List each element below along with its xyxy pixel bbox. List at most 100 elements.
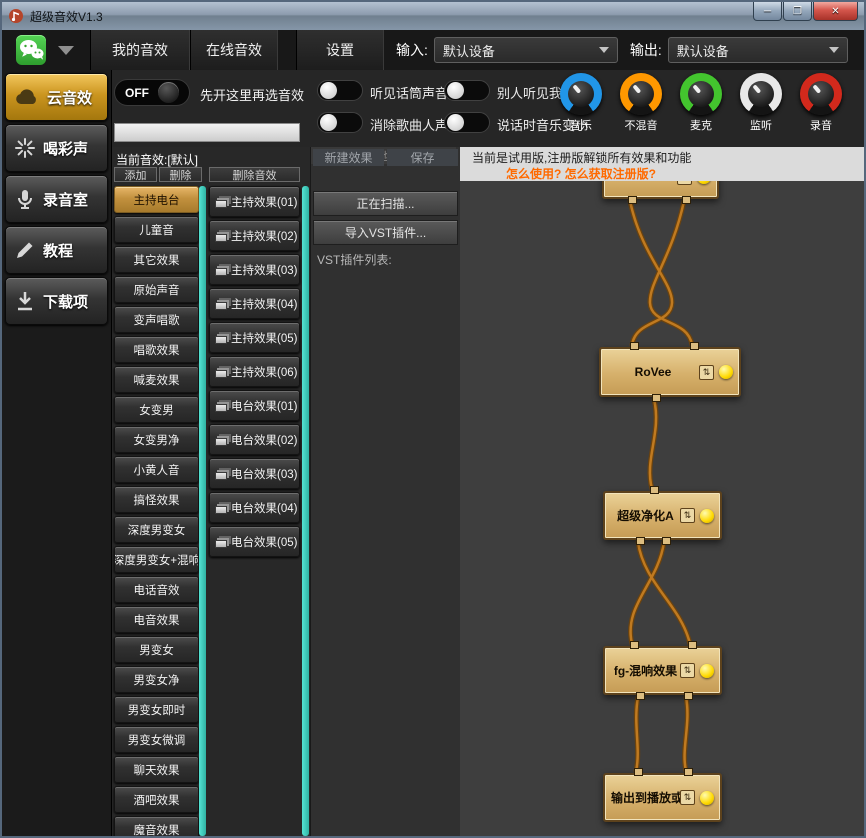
node-pin[interactable]	[662, 537, 671, 545]
progress-bar	[114, 123, 300, 142]
delete-effect-button[interactable]: 删除音效	[209, 167, 300, 182]
toggle-others-hear-music[interactable]	[444, 80, 490, 101]
effect-node-rovee[interactable]: RoVee ⇅	[599, 347, 741, 397]
maximize-button[interactable]: ❐	[783, 2, 812, 21]
node-pin[interactable]	[682, 196, 691, 204]
chain-button[interactable]: 主持效果(03)	[209, 254, 300, 285]
preset-button[interactable]: 男变女即时	[114, 696, 199, 723]
help-link[interactable]: 怎么使用? 怎么获取注册版?	[506, 165, 656, 182]
preset-button[interactable]: 喊麦效果	[114, 366, 199, 393]
node-enable-indicator[interactable]	[700, 791, 714, 805]
tab-settings[interactable]: 设置	[296, 30, 384, 70]
master-power-toggle[interactable]: OFF	[114, 79, 190, 106]
output-device-select[interactable]: 默认设备	[668, 37, 848, 63]
layers-icon	[215, 404, 227, 412]
chain-button[interactable]: 电台效果(05)	[209, 526, 300, 557]
sidebar-item-cloud-effects[interactable]: 云音效	[5, 73, 108, 121]
tab-my-effects[interactable]: 我的音效	[90, 30, 190, 70]
toggle-duck-music[interactable]	[444, 112, 490, 133]
chain-button[interactable]: 主持效果(06)	[209, 356, 300, 387]
node-pin[interactable]	[636, 692, 645, 700]
preset-button[interactable]: 女变男净	[114, 426, 199, 453]
save-button[interactable]: 保存	[387, 149, 458, 166]
preset-button[interactable]: 原始声音	[114, 276, 199, 303]
knob-dial[interactable]	[740, 73, 782, 115]
node-reorder-icon[interactable]: ⇅	[680, 790, 695, 805]
node-reorder-icon[interactable]: ⇅	[680, 508, 695, 523]
sidebar-item-cheers[interactable]: 喝彩声	[5, 124, 108, 172]
import-vst-button[interactable]: 导入VST插件...	[313, 220, 458, 245]
node-pin[interactable]	[652, 394, 661, 402]
wechat-icon[interactable]	[16, 35, 46, 65]
chain-scrollbar[interactable]	[302, 186, 309, 836]
preset-button[interactable]: 变声唱歌	[114, 306, 199, 333]
knob-dial[interactable]	[680, 73, 722, 115]
toggle-hear-mic[interactable]	[317, 80, 363, 101]
scanning-button[interactable]: 正在扫描...	[313, 191, 458, 216]
preset-button[interactable]: 小黄人音	[114, 456, 199, 483]
chain-button[interactable]: 主持效果(05)	[209, 322, 300, 353]
preset-button[interactable]: 酒吧效果	[114, 786, 199, 813]
node-enable-indicator[interactable]	[719, 365, 733, 379]
preset-button[interactable]: 深度男变女	[114, 516, 199, 543]
new-effect-button[interactable]: 新建效果	[313, 149, 384, 166]
node-pin[interactable]	[630, 342, 639, 350]
preset-button[interactable]: 主持电台	[114, 186, 199, 213]
knob-dial[interactable]	[800, 73, 842, 115]
node-reorder-icon[interactable]: ⇅	[680, 663, 695, 678]
preset-button[interactable]: 男变女	[114, 636, 199, 663]
preset-button[interactable]: 深度男变女+混响	[114, 546, 199, 573]
toggle-remove-vocals[interactable]	[317, 112, 363, 133]
preset-button[interactable]: 其它效果	[114, 246, 199, 273]
node-pin[interactable]	[628, 196, 637, 204]
delete-button[interactable]: 删除	[159, 167, 202, 182]
layers-icon	[215, 540, 227, 548]
wechat-dropdown-icon[interactable]	[58, 46, 74, 55]
download-icon	[14, 290, 36, 312]
node-enable-indicator[interactable]	[700, 664, 714, 678]
navbar: 我的音效 在线音效 设置 输入: 默认设备 输出: 默认设备	[2, 30, 864, 70]
preset-button[interactable]: 魔音效果	[114, 816, 199, 836]
knob-dial[interactable]	[620, 73, 662, 115]
preset-button[interactable]: 聊天效果	[114, 756, 199, 783]
chain-button[interactable]: 电台效果(04)	[209, 492, 300, 523]
effect-node-super-purify[interactable]: 超级净化A ⇅	[603, 491, 722, 540]
chain-button[interactable]: 主持效果(04)	[209, 288, 300, 319]
minimize-button[interactable]: ─	[753, 2, 782, 21]
preset-scrollbar[interactable]	[199, 186, 206, 836]
sidebar-item-tutorial[interactable]: 教程	[5, 226, 108, 274]
effect-node-output[interactable]: 输出到播放或录音 ⇅	[603, 773, 722, 822]
node-pin[interactable]	[684, 768, 693, 776]
sidebar-item-downloads[interactable]: 下载项	[5, 277, 108, 325]
node-pin[interactable]	[650, 486, 659, 494]
preset-button[interactable]: 女变男	[114, 396, 199, 423]
preset-button[interactable]: 唱歌效果	[114, 336, 199, 363]
node-reorder-icon[interactable]: ⇅	[699, 365, 714, 380]
chain-button[interactable]: 电台效果(01)	[209, 390, 300, 421]
close-button[interactable]: ✕	[813, 2, 858, 21]
preset-button[interactable]: 电话音效	[114, 576, 199, 603]
sidebar-item-recording-studio[interactable]: 录音室	[5, 175, 108, 223]
node-pin[interactable]	[690, 342, 699, 350]
preset-button[interactable]: 男变女净	[114, 666, 199, 693]
preset-button[interactable]: 搞怪效果	[114, 486, 199, 513]
node-pin[interactable]	[684, 692, 693, 700]
chain-button[interactable]: 电台效果(02)	[209, 424, 300, 455]
chain-button[interactable]: 电台效果(03)	[209, 458, 300, 489]
node-pin[interactable]	[688, 641, 697, 649]
input-device-select[interactable]: 默认设备	[434, 37, 618, 63]
node-pin[interactable]	[636, 537, 645, 545]
preset-button[interactable]: 电音效果	[114, 606, 199, 633]
chain-label: 电台效果(03)	[231, 466, 297, 482]
node-pin[interactable]	[630, 641, 639, 649]
effect-node-fg-reverb[interactable]: fg-混响效果 ⇅	[603, 646, 722, 695]
add-button[interactable]: 添加	[114, 167, 157, 182]
preset-button[interactable]: 男变女微调	[114, 726, 199, 753]
chain-button[interactable]: 主持效果(02)	[209, 220, 300, 251]
chain-button[interactable]: 主持效果(01)	[209, 186, 300, 217]
tab-online-effects[interactable]: 在线音效	[190, 30, 278, 70]
knob-dial[interactable]	[560, 73, 602, 115]
preset-button[interactable]: 儿童音	[114, 216, 199, 243]
node-pin[interactable]	[634, 768, 643, 776]
node-enable-indicator[interactable]	[700, 509, 714, 523]
